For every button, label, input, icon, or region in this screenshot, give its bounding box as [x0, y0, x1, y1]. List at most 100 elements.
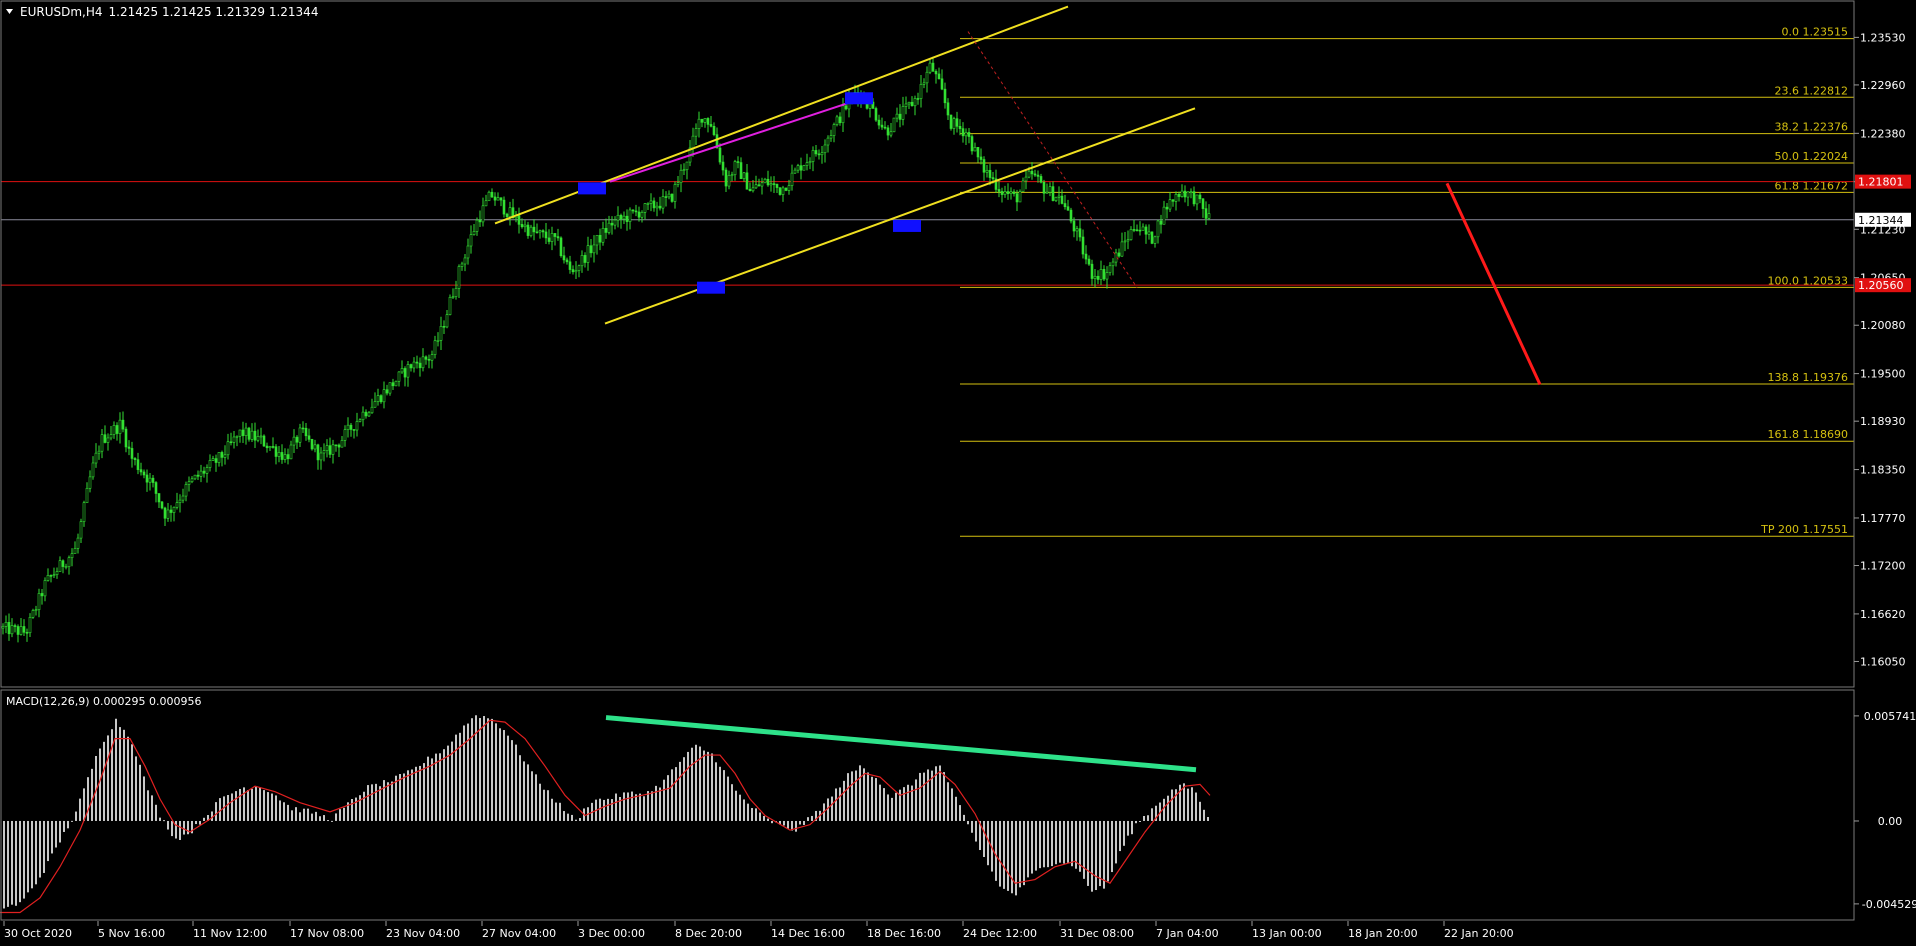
macd-histogram-bar — [3, 820, 5, 909]
macd-histogram-bar — [1123, 820, 1125, 846]
candle-body — [973, 147, 977, 152]
macd-histogram-bar — [615, 793, 617, 821]
candle-body — [658, 205, 662, 209]
candle-body — [343, 429, 347, 441]
candle-body — [34, 609, 38, 611]
candle-body — [1069, 209, 1073, 222]
candle-body — [385, 389, 389, 394]
macd-histogram-bar — [975, 820, 977, 842]
time-tick-label: 13 Jan 00:00 — [1252, 927, 1322, 940]
candle-body — [1027, 170, 1031, 178]
candle-body — [1183, 190, 1187, 198]
candle-body — [763, 178, 767, 184]
macd-histogram-bar — [727, 776, 729, 821]
macd-histogram-bar — [631, 791, 633, 821]
candle-body — [160, 501, 164, 509]
macd-histogram-bar — [323, 815, 325, 821]
macd-histogram-bar — [443, 749, 445, 821]
fib-level-label: 50.0 1.22024 — [1775, 150, 1848, 163]
macd-histogram-bar — [559, 802, 561, 821]
candle-body — [790, 172, 794, 186]
candle-body — [616, 214, 620, 221]
candle-body — [178, 499, 182, 503]
candle-body — [400, 368, 404, 373]
red-level-flag: 1.21801 — [1858, 176, 1904, 189]
candle-body — [25, 632, 29, 634]
candle-body — [706, 118, 710, 125]
macd-histogram-bar — [315, 811, 317, 821]
macd-histogram-bar — [187, 820, 189, 835]
macd-histogram-bar — [399, 774, 401, 821]
macd-histogram-bar — [879, 784, 881, 821]
candle-body — [118, 419, 122, 434]
macd-histogram-bar — [1191, 787, 1193, 821]
candle-body — [679, 169, 683, 183]
candle-body — [40, 593, 44, 597]
macd-histogram-bar — [475, 715, 477, 821]
macd-histogram-bar — [635, 794, 637, 821]
macd-histogram-bar — [407, 770, 409, 821]
price-tick-label: 1.19500 — [1860, 368, 1906, 381]
candle-body — [982, 159, 986, 173]
candle-body — [415, 361, 419, 364]
candle-body — [925, 71, 929, 84]
macd-histogram-bar — [299, 812, 301, 821]
candle-body — [490, 191, 494, 198]
macd-histogram-bar — [567, 813, 569, 821]
macd-histogram-bar — [1103, 820, 1105, 889]
macd-histogram-bar — [295, 807, 297, 821]
candle-body — [508, 207, 512, 217]
candle-body — [265, 445, 269, 449]
candle-body — [496, 197, 500, 201]
candle-body — [175, 502, 179, 508]
macd-histogram-bar — [735, 790, 737, 821]
macd-histogram-bar — [103, 741, 105, 821]
macd-histogram-bar — [355, 797, 357, 821]
macd-histogram-bar — [999, 820, 1001, 887]
candle-body — [1102, 269, 1106, 280]
candle-body — [646, 203, 650, 205]
candle-body — [193, 474, 197, 480]
red-level-2-flag: 1.20560 — [1858, 279, 1904, 292]
macd-histogram-bar — [771, 820, 773, 824]
candle-body — [700, 118, 704, 123]
candle-body — [898, 113, 902, 120]
candle-body — [1153, 236, 1157, 244]
candle-body — [1180, 190, 1184, 197]
macd-histogram-bar — [155, 804, 157, 821]
candle-body — [1021, 180, 1025, 192]
candle-body — [100, 434, 104, 452]
macd-label: MACD(12,26,9) 0.000295 0.000956 — [6, 695, 202, 708]
macd-histogram-bar — [267, 792, 269, 821]
macd-histogram-bar — [195, 820, 197, 825]
candle-body — [1072, 220, 1076, 232]
candle-body — [1003, 191, 1007, 195]
candle-body — [301, 427, 305, 430]
macd-histogram-bar — [423, 763, 425, 821]
candle-body — [28, 617, 32, 634]
candle-body — [769, 183, 773, 186]
blue-marker — [893, 219, 921, 232]
time-tick-label: 3 Dec 00:00 — [578, 927, 645, 940]
macd-histogram-bar — [955, 796, 957, 821]
macd-histogram-bar — [827, 798, 829, 821]
candle-body — [592, 244, 596, 254]
candle-body — [607, 222, 611, 233]
candle-body — [829, 135, 833, 139]
candle-body — [163, 507, 167, 519]
candle-body — [145, 474, 149, 483]
candle-body — [307, 435, 311, 440]
candle-body — [22, 626, 26, 633]
candle-body — [409, 364, 413, 369]
candle-body — [439, 326, 443, 341]
macd-histogram-bar — [835, 788, 837, 821]
candle-body — [724, 169, 728, 187]
candle-body — [139, 469, 143, 473]
blue-marker — [697, 281, 725, 294]
candle-body — [721, 161, 725, 171]
candle-body — [841, 105, 845, 124]
macd-histogram-bar — [431, 758, 433, 821]
macd-histogram-bar — [311, 813, 313, 821]
candle-body — [655, 205, 659, 209]
candle-body — [772, 183, 776, 185]
